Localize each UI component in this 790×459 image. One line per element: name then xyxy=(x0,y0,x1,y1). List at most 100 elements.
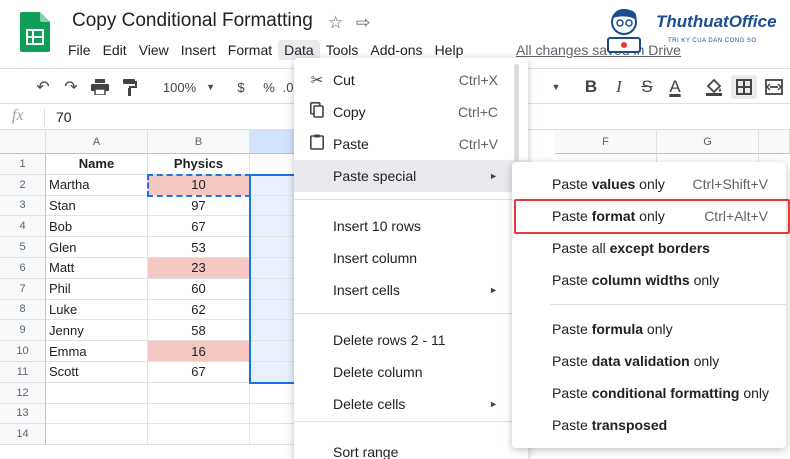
strikethrough-button[interactable]: S xyxy=(636,75,658,99)
header-cell-name[interactable]: Name xyxy=(46,154,148,175)
paste-column-widths-item[interactable]: Paste column widths only xyxy=(512,264,786,296)
menu-item-sort-range[interactable]: Sort range xyxy=(294,436,528,459)
print-icon[interactable] xyxy=(88,75,112,99)
paint-format-icon[interactable] xyxy=(118,75,142,99)
row-header[interactable]: 5 xyxy=(0,237,46,258)
row-header[interactable]: 10 xyxy=(0,341,46,362)
percent-button[interactable]: % xyxy=(260,75,278,99)
cell-name[interactable]: Martha xyxy=(46,174,148,196)
cell-physics[interactable]: 62 xyxy=(148,299,250,321)
cell-physics[interactable]: 60 xyxy=(148,278,250,300)
menu-view[interactable]: View xyxy=(133,40,175,60)
paste-data-validation-item[interactable]: Paste data validation only xyxy=(512,345,786,377)
cell-name[interactable]: Scott xyxy=(46,362,148,383)
menu-file[interactable]: File xyxy=(62,40,97,60)
menu-item-insert-cells[interactable]: Insert cells ► xyxy=(294,274,528,306)
cell-physics[interactable]: 23 xyxy=(148,258,250,279)
cell-empty[interactable] xyxy=(148,382,250,404)
bold-button[interactable]: B xyxy=(580,75,602,99)
cell-empty[interactable] xyxy=(46,403,148,425)
menu-help[interactable]: Help xyxy=(429,40,470,60)
menu-item-cut[interactable]: ✂ Cut Ctrl+X xyxy=(294,64,528,96)
merge-cells-icon[interactable] xyxy=(762,75,786,99)
row-header[interactable]: 8 xyxy=(0,299,46,321)
row-header[interactable]: 9 xyxy=(0,320,46,342)
redo-icon[interactable]: ↷ xyxy=(60,75,82,99)
column-header-h[interactable] xyxy=(759,130,790,154)
column-header-a[interactable]: A xyxy=(46,130,148,154)
submenu-separator xyxy=(550,304,786,305)
cell-name[interactable]: Phil xyxy=(46,278,148,300)
menu-item-insert-column[interactable]: Insert column xyxy=(294,242,528,274)
italic-button[interactable]: I xyxy=(608,75,630,99)
paste-except-borders-item[interactable]: Paste all except borders xyxy=(512,232,786,264)
menu-item-shortcut: Ctrl+V xyxy=(458,136,498,152)
row-header[interactable]: 1 xyxy=(0,154,46,175)
cell-empty[interactable] xyxy=(148,403,250,425)
cell-empty[interactable] xyxy=(148,424,250,446)
text-color-button[interactable]: A xyxy=(664,75,686,99)
star-icon[interactable]: ☆ xyxy=(328,13,343,33)
menu-item-delete-column[interactable]: Delete column xyxy=(294,356,528,388)
font-size-dropdown-icon[interactable]: ▼ xyxy=(548,75,564,99)
cell-name[interactable]: Emma xyxy=(46,341,148,362)
menu-item-delete-cells[interactable]: Delete cells ► xyxy=(294,388,528,420)
menu-item-paste-special[interactable]: Paste special ► xyxy=(294,160,528,192)
submenu-item-label: Paste all except borders xyxy=(552,240,710,256)
menu-item-paste[interactable]: Paste Ctrl+V xyxy=(294,128,528,160)
cell-empty[interactable] xyxy=(46,382,148,404)
sheets-logo-icon[interactable] xyxy=(20,12,50,52)
column-header-b[interactable]: B xyxy=(148,130,250,154)
fill-color-icon[interactable] xyxy=(702,75,726,99)
paste-conditional-formatting-item[interactable]: Paste conditional formatting only xyxy=(512,377,786,409)
menu-format[interactable]: Format xyxy=(222,40,278,60)
row-header[interactable]: 13 xyxy=(0,403,46,425)
paste-transposed-item[interactable]: Paste transposed xyxy=(512,409,786,441)
cell-physics[interactable]: 67 xyxy=(148,216,250,238)
menu-item-copy[interactable]: Copy Ctrl+C xyxy=(294,96,528,128)
cell-name[interactable]: Matt xyxy=(46,258,148,279)
row-header[interactable]: 11 xyxy=(0,362,46,383)
row-header[interactable]: 2 xyxy=(0,174,46,196)
grid-corner[interactable] xyxy=(0,130,46,154)
column-header-f[interactable]: F xyxy=(555,130,657,154)
cell-name[interactable]: Luke xyxy=(46,299,148,321)
borders-icon[interactable] xyxy=(731,75,757,99)
header-cell-physics[interactable]: Physics xyxy=(148,154,250,175)
menu-edit[interactable]: Edit xyxy=(97,40,133,60)
row-header[interactable]: 7 xyxy=(0,278,46,300)
row-header[interactable]: 14 xyxy=(0,424,46,446)
cell-physics[interactable]: 58 xyxy=(148,320,250,342)
menu-insert[interactable]: Insert xyxy=(175,40,222,60)
submenu-item-shortcut: Ctrl+Shift+V xyxy=(692,176,768,192)
menu-item-delete-rows[interactable]: Delete rows 2 - 11 xyxy=(294,324,528,356)
decimal-button[interactable]: .0 xyxy=(282,75,294,99)
document-title[interactable]: Copy Conditional Formatting xyxy=(72,10,313,32)
column-header-g[interactable]: G xyxy=(657,130,759,154)
zoom-select[interactable]: 100% ▼ xyxy=(160,75,218,99)
undo-icon[interactable]: ↶ xyxy=(32,75,54,99)
row-header[interactable]: 4 xyxy=(0,216,46,238)
row-header[interactable]: 12 xyxy=(0,382,46,404)
row-header[interactable]: 6 xyxy=(0,258,46,279)
cell-name[interactable]: Jenny xyxy=(46,320,148,342)
menu-tools[interactable]: Tools xyxy=(320,40,365,60)
paste-values-item[interactable]: Paste values only Ctrl+Shift+V xyxy=(512,168,786,200)
cell-physics[interactable]: 67 xyxy=(148,362,250,383)
cell-physics[interactable]: 53 xyxy=(148,237,250,258)
menu-addons[interactable]: Add-ons xyxy=(364,40,428,60)
row-header[interactable]: 3 xyxy=(0,195,46,217)
cell-name[interactable]: Stan xyxy=(46,195,148,217)
currency-button[interactable]: $ xyxy=(232,75,250,99)
cell-name[interactable]: Bob xyxy=(46,216,148,238)
cell-physics[interactable]: 97 xyxy=(148,195,250,217)
menu-item-insert-rows[interactable]: Insert 10 rows xyxy=(294,210,528,242)
formula-input[interactable]: 70 xyxy=(56,109,72,125)
cell-physics[interactable]: 16 xyxy=(148,341,250,362)
paste-formula-item[interactable]: Paste formula only xyxy=(512,313,786,345)
submenu-arrow-icon: ► xyxy=(489,285,498,295)
folder-move-icon[interactable]: ⇨ xyxy=(356,13,370,33)
cell-empty[interactable] xyxy=(46,424,148,446)
cell-name[interactable]: Glen xyxy=(46,237,148,258)
menu-data[interactable]: Data xyxy=(278,40,320,60)
